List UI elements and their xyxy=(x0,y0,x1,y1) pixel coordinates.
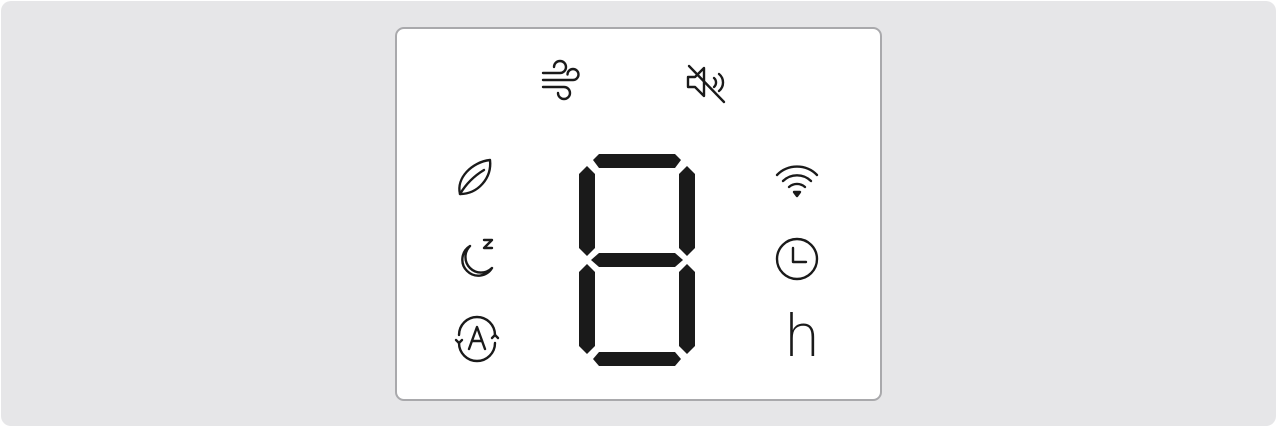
segment-b xyxy=(679,166,695,256)
eco-leaf-icon xyxy=(456,158,496,198)
segment-c xyxy=(679,264,695,354)
clock-timer-icon xyxy=(773,236,821,282)
wifi-icon xyxy=(775,165,819,199)
fan-wind-icon xyxy=(540,59,580,104)
segment-f xyxy=(579,166,595,256)
auto-mode-icon xyxy=(454,315,500,363)
segment-a xyxy=(593,154,681,168)
sleep-moon-icon xyxy=(456,236,498,280)
segment-e xyxy=(579,264,595,354)
hours-unit-label: h xyxy=(783,302,821,370)
segment-d xyxy=(593,352,681,366)
seven-segment-digit: 8 xyxy=(577,152,697,368)
segment-g xyxy=(591,253,683,267)
mute-icon xyxy=(686,64,730,106)
